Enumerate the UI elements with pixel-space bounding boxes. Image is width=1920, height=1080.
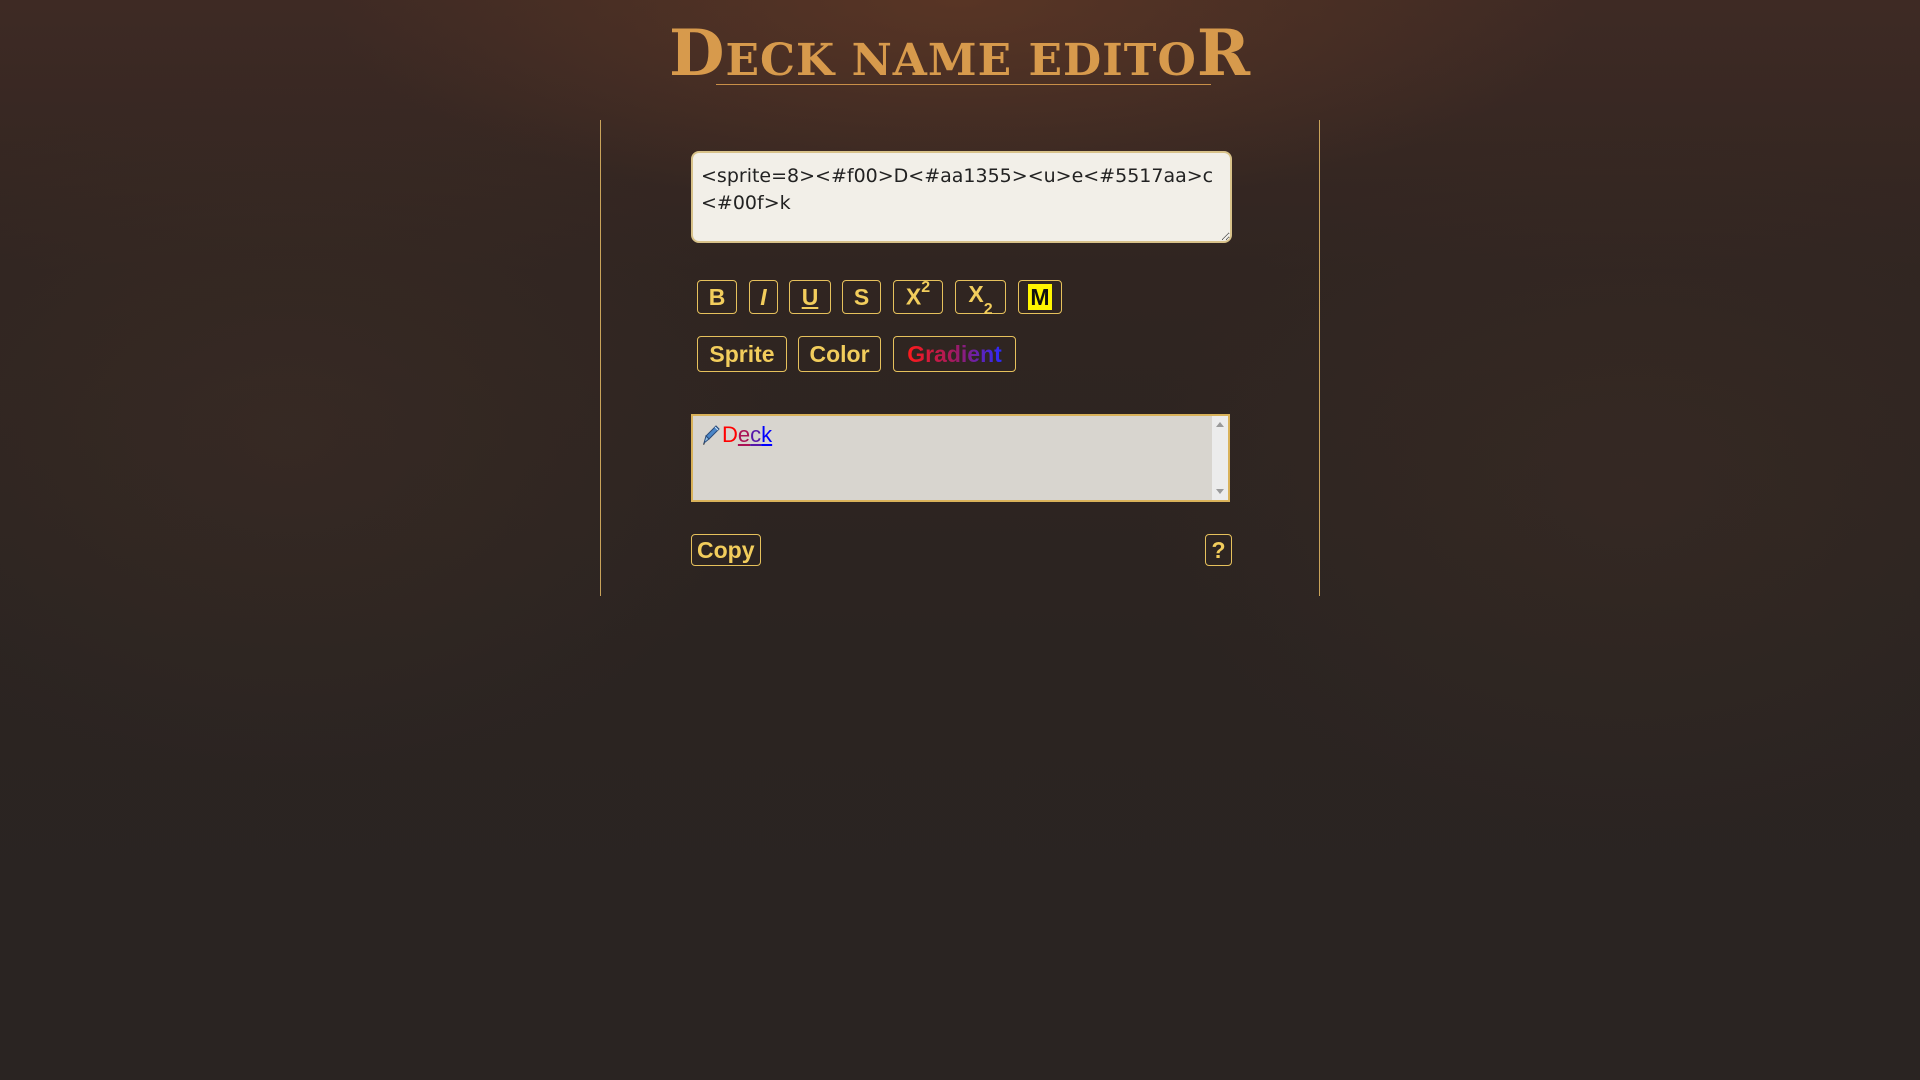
strikethrough-button[interactable]: S xyxy=(842,280,881,314)
title-underline xyxy=(715,84,1212,85)
preview-content: Deck xyxy=(701,422,772,448)
gradient-button[interactable]: Gradient xyxy=(893,336,1016,372)
deck-name-preview[interactable]: Deck xyxy=(691,414,1230,502)
preview-scrollbar[interactable] xyxy=(1212,416,1228,500)
editor-panel: B I U S X2 X2 M Sprite Color Gradient De… xyxy=(600,120,1320,596)
preview-text: Deck xyxy=(722,422,772,448)
sprite-button[interactable]: Sprite xyxy=(697,336,787,372)
copy-button[interactable]: Copy xyxy=(691,534,761,566)
title-last-letter: R xyxy=(1196,16,1252,91)
underline-button[interactable]: U xyxy=(789,280,831,314)
color-button[interactable]: Color xyxy=(798,336,881,372)
underline-icon: U xyxy=(801,283,819,310)
scroll-up-icon[interactable] xyxy=(1216,422,1224,427)
title-first-letter: D xyxy=(668,16,726,91)
superscript-exp: 2 xyxy=(921,279,931,297)
superscript-button[interactable]: X2 xyxy=(893,279,943,314)
preview-letter: D xyxy=(722,422,738,447)
subscript-sub: 2 xyxy=(983,300,993,318)
scroll-down-icon[interactable] xyxy=(1216,489,1224,494)
pen-sprite-icon xyxy=(703,425,720,445)
gradient-label: Gradient xyxy=(907,340,1002,367)
subscript-icon: X2 xyxy=(968,281,992,318)
preview-letter: c xyxy=(750,422,762,447)
mark-highlight-button[interactable]: M xyxy=(1018,280,1062,314)
italic-button[interactable]: I xyxy=(749,280,778,314)
bold-icon: B xyxy=(708,283,726,310)
strikethrough-icon: S xyxy=(853,283,870,310)
page-title: DECK NAME EDITOR xyxy=(0,22,1920,86)
superscript-icon: X2 xyxy=(905,279,930,311)
italic-icon: I xyxy=(760,283,767,310)
subscript-base: X xyxy=(968,281,984,308)
title-middle: ECK NAME EDITO xyxy=(725,35,1197,86)
superscript-base: X xyxy=(905,283,922,310)
preview-letter: k xyxy=(761,422,773,447)
bold-button[interactable]: B xyxy=(697,280,737,314)
deck-name-source-input[interactable] xyxy=(691,151,1232,243)
preview-letter: e xyxy=(737,422,751,447)
help-button[interactable]: ? xyxy=(1205,534,1232,566)
subscript-button[interactable]: X2 xyxy=(955,280,1006,318)
mark-icon: M xyxy=(1028,284,1052,310)
